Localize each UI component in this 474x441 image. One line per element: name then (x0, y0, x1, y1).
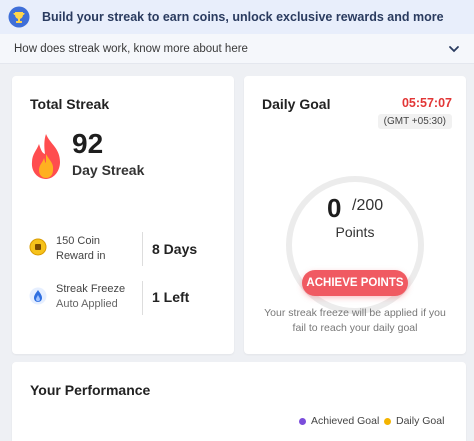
legend-label: Achieved Goal (311, 415, 380, 427)
trophy-icon (6, 4, 32, 30)
daily-goal-card: Daily Goal 05:57:07 (GMT +05:30) 0 /200 … (244, 76, 466, 354)
points-value: 0 (327, 193, 342, 223)
performance-title: Your Performance (30, 382, 151, 398)
coin-icon (29, 238, 47, 256)
how-streak-works-text: How does streak work, know more about he… (14, 42, 248, 55)
coin-reward-line2: Reward in (56, 250, 106, 262)
coin-reward-line1: 150 Coin (56, 235, 101, 247)
streak-banner: Build your streak to earn coins, unlock … (0, 0, 474, 34)
timezone-badge: (GMT +05:30) (377, 114, 452, 129)
streak-label: Day Streak (72, 162, 145, 178)
banner-text: Build your streak to earn coins, unlock … (42, 10, 444, 24)
total-streak-card: Total Streak 92 Day Streak 150 Coin Rewa… (12, 76, 234, 354)
divider (142, 232, 143, 266)
freeze-shield-icon (29, 287, 47, 305)
how-streak-works-toggle[interactable]: How does streak work, know more about he… (0, 34, 474, 64)
streak-freeze-label: Streak Freeze (56, 283, 126, 295)
streak-freeze-note: Your streak freeze will be applied if yo… (264, 307, 446, 334)
legend-daily-goal: Daily Goal (384, 415, 444, 427)
legend-label: Daily Goal (396, 415, 445, 427)
daily-goal-dot (384, 417, 391, 425)
streak-freeze-status: Auto Applied (56, 298, 118, 310)
achieved-goal-dot (299, 417, 306, 425)
streak-count: 92 (72, 128, 104, 159)
points-total: /200 (352, 197, 384, 214)
countdown-timer: 05:57:07 (401, 96, 452, 110)
performance-card: Your Performance Achieved Goal Daily Goa… (12, 362, 466, 441)
points-label: Points (335, 224, 375, 240)
chevron-down-icon[interactable] (448, 43, 460, 55)
coin-reward-days: 8 Days (152, 241, 198, 257)
achieve-points-button[interactable]: ACHIEVE POINTS (302, 270, 408, 296)
daily-goal-title: Daily Goal (262, 96, 331, 112)
total-streak-title: Total Streak (30, 96, 110, 112)
flame-icon (31, 134, 60, 179)
streak-freeze-left: 1 Left (152, 289, 190, 305)
divider (142, 281, 143, 315)
legend-achieved-goal: Achieved Goal (299, 415, 379, 427)
